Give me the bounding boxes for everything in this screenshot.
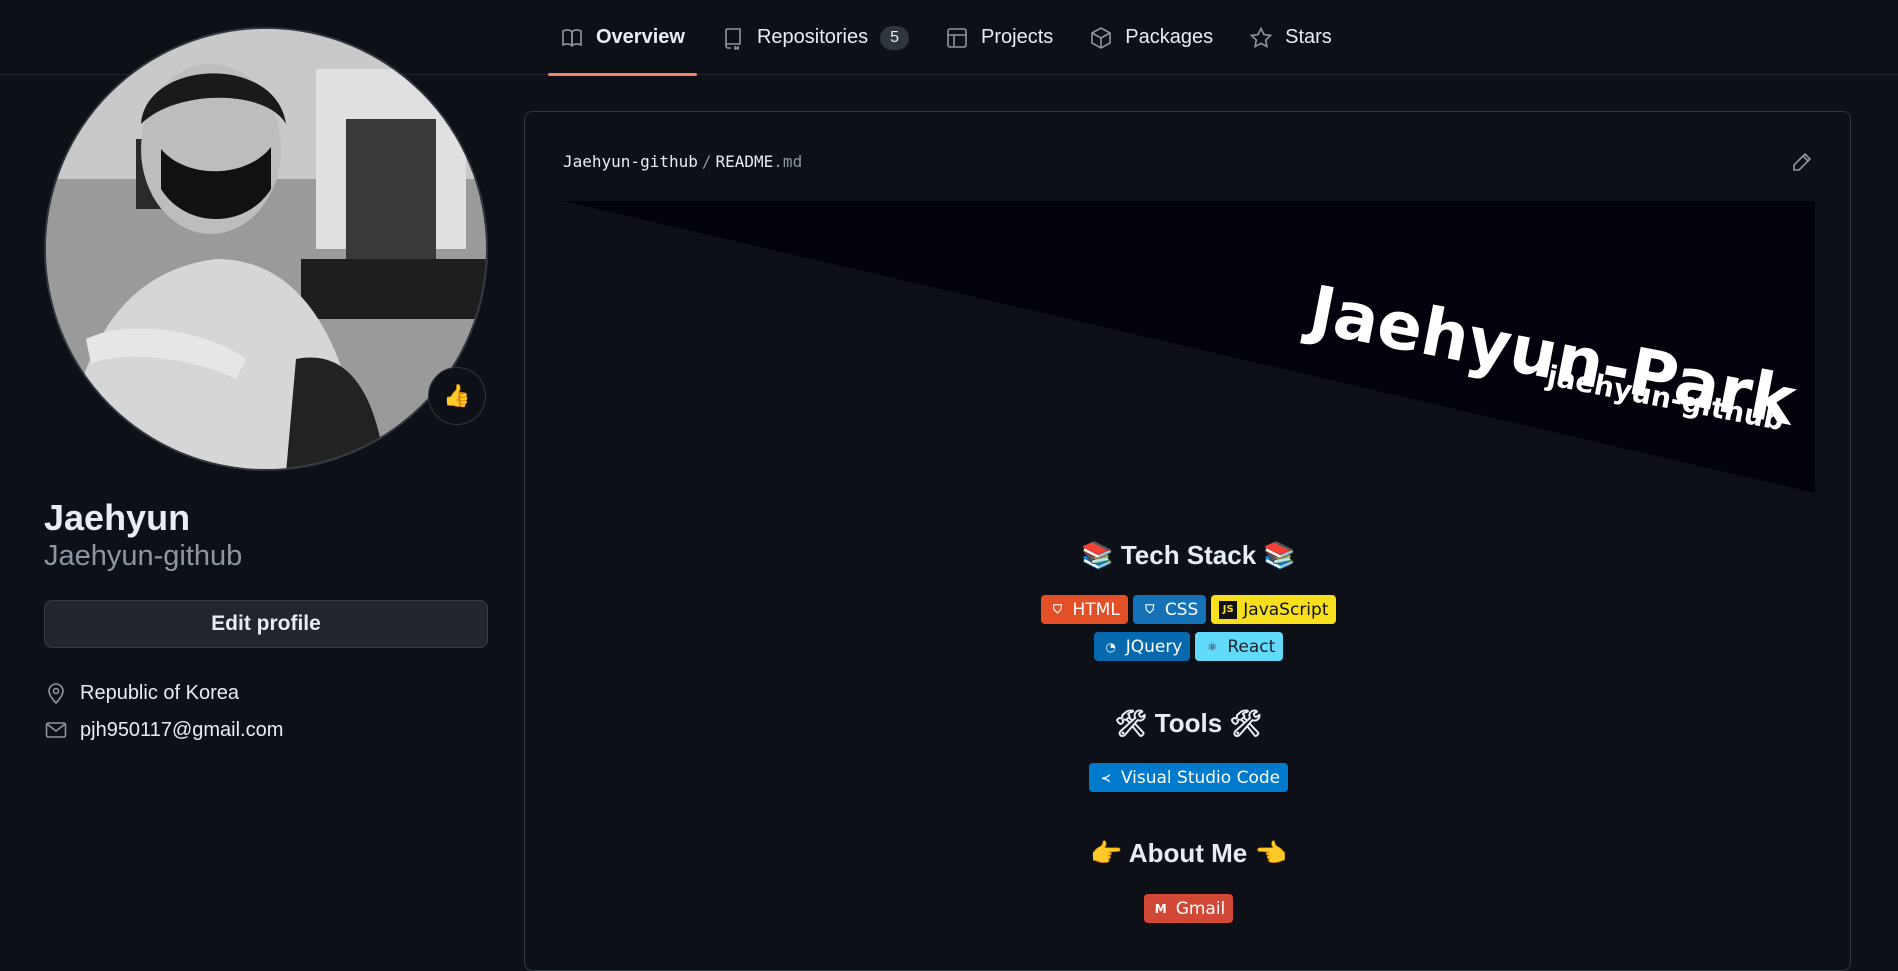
tools-heading: 🛠 Tools 🛠: [1114, 708, 1263, 738]
readme-card: Jaehyun-github / README.md Jaehyun-Park ja…: [524, 111, 1851, 971]
react-icon: ⚛: [1206, 639, 1218, 654]
location-text: Republic of Korea: [80, 681, 239, 704]
css3-icon: ⛉: [1145, 602, 1155, 616]
edit-profile-button[interactable]: Edit profile: [44, 600, 488, 648]
package-icon: [1089, 26, 1113, 50]
tools-badges-row: ≺ Visual Studio Code: [525, 763, 1852, 792]
badge-label: Visual Studio Code: [1120, 767, 1281, 788]
vscode-icon: ≺: [1100, 770, 1111, 785]
book-icon: [560, 26, 584, 50]
tab-label: Projects: [981, 26, 1054, 48]
profile-login: Jaehyun-github: [44, 540, 243, 572]
html5-icon: ⛉: [1052, 602, 1062, 616]
profile-tabs: Overview Repositories 5 Projects Package…: [548, 0, 1356, 76]
tab-label: Stars: [1285, 26, 1332, 48]
repo-icon: [721, 26, 745, 50]
table-icon: [945, 26, 969, 50]
badge-label: React: [1227, 636, 1276, 657]
tab-packages[interactable]: Packages: [1077, 0, 1225, 75]
readme-owner-link[interactable]: Jaehyun-github: [563, 152, 698, 171]
avatar[interactable]: [44, 27, 488, 471]
tech-badges-row-2: ◔ JQuery ⚛ React: [525, 632, 1852, 661]
set-status-button[interactable]: 👍: [428, 367, 486, 425]
breadcrumb-separator: /: [701, 152, 712, 171]
html-badge[interactable]: ⛉ HTML: [1040, 595, 1128, 624]
badge-label: JQuery: [1125, 636, 1183, 657]
tech-stack-heading: 📚 Tech Stack 📚: [1081, 540, 1296, 570]
star-icon: [1249, 26, 1273, 50]
pencil-icon: [1790, 152, 1814, 178]
jquery-icon: ◔: [1105, 639, 1116, 654]
jquery-badge[interactable]: ◔ JQuery: [1093, 632, 1191, 661]
javascript-icon: JS: [1219, 600, 1238, 619]
tab-projects[interactable]: Projects: [933, 0, 1065, 75]
location-icon: [44, 681, 68, 705]
badge-label: JavaScript: [1243, 599, 1329, 620]
readme-file-name: README: [715, 152, 774, 171]
status-emoji: 👍: [443, 383, 471, 408]
tech-badges-row-1: ⛉ HTML ⛉ CSS JS JavaScript: [525, 595, 1852, 624]
tab-repositories[interactable]: Repositories 5: [709, 0, 921, 75]
tab-label: Repositories: [756, 26, 869, 48]
email-link[interactable]: pjh950117@gmail.com: [80, 719, 283, 742]
repo-count-badge: 5: [880, 25, 910, 50]
about-me-heading: 👉 About Me 👈: [1090, 838, 1287, 868]
gmail-icon: M: [1154, 901, 1167, 916]
readme-banner: Jaehyun-Park jaehyun-github: [563, 201, 1815, 493]
email-detail: pjh950117@gmail.com: [44, 718, 283, 742]
badge-label: HTML: [1072, 599, 1120, 620]
location-detail: Republic of Korea: [44, 681, 239, 705]
profile-name: Jaehyun: [44, 497, 191, 538]
readme-file-ext: .md: [773, 152, 803, 171]
vscode-badge[interactable]: ≺ Visual Studio Code: [1088, 763, 1289, 792]
badge-label: CSS: [1164, 599, 1199, 620]
javascript-badge[interactable]: JS JavaScript: [1211, 595, 1337, 624]
badge-label: Gmail: [1175, 898, 1226, 919]
edit-readme-button[interactable]: [1790, 150, 1814, 174]
react-badge[interactable]: ⚛ React: [1195, 632, 1284, 661]
mail-icon: [44, 718, 68, 742]
tab-stars[interactable]: Stars: [1237, 0, 1344, 75]
css-badge[interactable]: ⛉ CSS: [1132, 595, 1207, 624]
tab-label: Overview: [596, 26, 685, 48]
about-badges-row: M Gmail: [525, 894, 1852, 923]
tab-label: Packages: [1125, 26, 1214, 48]
tab-overview[interactable]: Overview: [548, 0, 697, 76]
readme-breadcrumb: Jaehyun-github / README.md: [563, 152, 802, 171]
gmail-badge[interactable]: M Gmail: [1143, 894, 1234, 923]
